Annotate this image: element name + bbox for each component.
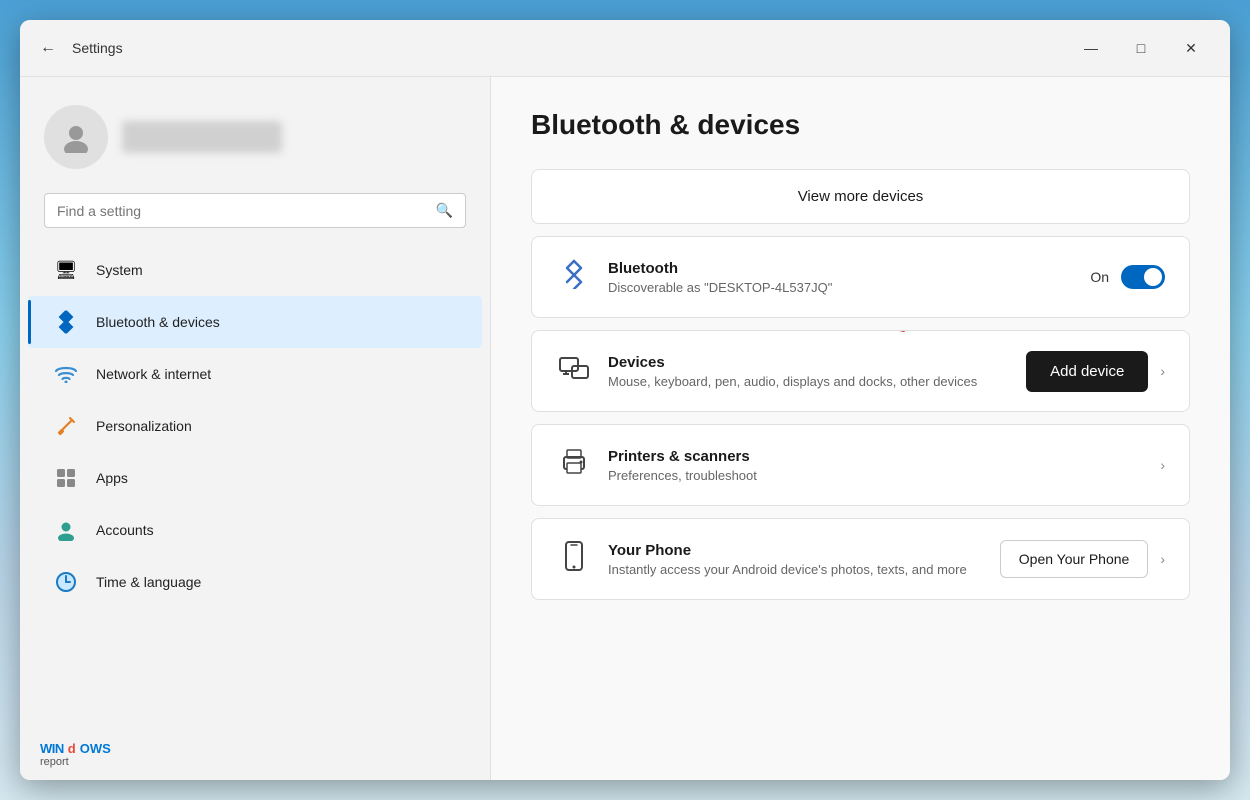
your-phone-row: Your Phone Instantly access your Android… bbox=[532, 519, 1189, 599]
settings-window: ← Settings — □ ✕ bbox=[20, 20, 1230, 780]
your-phone-card: Your Phone Instantly access your Android… bbox=[531, 518, 1190, 600]
sidebar-item-bluetooth[interactable]: Bluetooth & devices bbox=[28, 296, 482, 348]
printers-chevron-area: › bbox=[1160, 457, 1165, 473]
your-phone-text: Your Phone Instantly access your Android… bbox=[608, 542, 984, 577]
accounts-label: Accounts bbox=[96, 522, 154, 538]
system-icon: 🖥 bbox=[52, 256, 80, 284]
devices-action-area: Add device › bbox=[1026, 351, 1165, 392]
search-button[interactable]: 🔍 bbox=[436, 202, 453, 219]
personalization-icon bbox=[52, 412, 80, 440]
report-text: report bbox=[40, 756, 69, 768]
bluetooth-nav-icon bbox=[52, 308, 80, 336]
bluetooth-toggle[interactable] bbox=[1121, 265, 1165, 289]
phone-icon bbox=[556, 541, 592, 578]
printers-row[interactable]: Printers & scanners Preferences, trouble… bbox=[532, 425, 1189, 505]
devices-text: Devices Mouse, keyboard, pen, audio, dis… bbox=[608, 354, 1010, 389]
accounts-icon bbox=[52, 516, 80, 544]
bluetooth-row: Bluetooth Discoverable as "DESKTOP-4L537… bbox=[532, 237, 1189, 317]
avatar bbox=[44, 105, 108, 169]
bluetooth-toggle-area: On bbox=[1090, 265, 1165, 289]
your-phone-action-area: Open Your Phone › bbox=[1000, 540, 1165, 578]
apps-icon bbox=[52, 464, 80, 492]
title-bar: ← Settings — □ ✕ bbox=[20, 20, 1230, 77]
system-label: System bbox=[96, 262, 143, 278]
bluetooth-label: Bluetooth & devices bbox=[96, 314, 220, 330]
network-label: Network & internet bbox=[96, 366, 211, 382]
printers-card: Printers & scanners Preferences, trouble… bbox=[531, 424, 1190, 506]
search-box[interactable]: 🔍 bbox=[44, 193, 466, 228]
apps-label: Apps bbox=[96, 470, 128, 486]
d-text: d bbox=[68, 741, 76, 756]
sidebar-item-apps[interactable]: Apps bbox=[28, 452, 482, 504]
close-button[interactable]: ✕ bbox=[1168, 32, 1214, 64]
your-phone-subtitle: Instantly access your Android device's p… bbox=[608, 562, 984, 577]
printers-text: Printers & scanners Preferences, trouble… bbox=[608, 448, 1144, 483]
printer-icon bbox=[556, 449, 592, 482]
view-more-devices-card: View more devices bbox=[531, 169, 1190, 224]
window-title: Settings bbox=[72, 40, 123, 56]
sidebar-item-personalization[interactable]: Personalization bbox=[28, 400, 482, 452]
minimize-button[interactable]: — bbox=[1068, 32, 1114, 64]
bluetooth-text: Bluetooth Discoverable as "DESKTOP-4L537… bbox=[608, 260, 1074, 295]
devices-icon bbox=[556, 354, 592, 389]
time-icon bbox=[52, 568, 80, 596]
view-more-devices-button[interactable]: View more devices bbox=[532, 170, 1189, 223]
bluetooth-subtitle: Discoverable as "DESKTOP-4L537JQ" bbox=[608, 280, 1074, 295]
search-icon: 🔍 bbox=[436, 202, 453, 218]
bluetooth-title: Bluetooth bbox=[608, 260, 1074, 277]
sidebar-item-accounts[interactable]: Accounts bbox=[28, 504, 482, 556]
toggle-on-label: On bbox=[1090, 269, 1109, 285]
maximize-button[interactable]: □ bbox=[1118, 32, 1164, 64]
windows-report-logo: WIN d OWS bbox=[40, 741, 111, 756]
your-phone-title: Your Phone bbox=[608, 542, 984, 559]
content-area: 🔍 🖥 System Bluetooth & devices bbox=[20, 77, 1230, 780]
sidebar: 🔍 🖥 System Bluetooth & devices bbox=[20, 77, 490, 780]
watermark: WIN d OWS report bbox=[40, 741, 111, 768]
title-bar-left: ← Settings bbox=[36, 35, 1068, 61]
back-button[interactable]: ← bbox=[36, 35, 60, 61]
network-icon bbox=[52, 360, 80, 388]
sidebar-item-network[interactable]: Network & internet bbox=[28, 348, 482, 400]
your-phone-chevron-icon: › bbox=[1160, 551, 1165, 567]
sidebar-item-system[interactable]: 🖥 System bbox=[28, 244, 482, 296]
devices-row: Devices Mouse, keyboard, pen, audio, dis… bbox=[532, 331, 1189, 411]
devices-title: Devices bbox=[608, 354, 1010, 371]
ows-text: OWS bbox=[80, 741, 111, 756]
devices-chevron-icon: › bbox=[1160, 363, 1165, 379]
personalization-label: Personalization bbox=[96, 418, 192, 434]
main-panel: Bluetooth & devices View more devices Bl… bbox=[490, 77, 1230, 780]
username-blurred bbox=[122, 121, 282, 153]
win-text: WIN bbox=[40, 741, 64, 756]
printers-subtitle: Preferences, troubleshoot bbox=[608, 468, 1144, 483]
bluetooth-card: Bluetooth Discoverable as "DESKTOP-4L537… bbox=[531, 236, 1190, 318]
bluetooth-row-icon bbox=[556, 259, 592, 295]
sidebar-item-time[interactable]: Time & language bbox=[28, 556, 482, 608]
time-label: Time & language bbox=[96, 574, 201, 590]
devices-card: Devices Mouse, keyboard, pen, audio, dis… bbox=[531, 330, 1190, 412]
open-your-phone-button[interactable]: Open Your Phone bbox=[1000, 540, 1149, 578]
devices-subtitle: Mouse, keyboard, pen, audio, displays an… bbox=[608, 374, 1010, 389]
page-title: Bluetooth & devices bbox=[531, 109, 1190, 141]
add-device-button[interactable]: Add device bbox=[1026, 351, 1148, 392]
title-bar-controls: — □ ✕ bbox=[1068, 32, 1214, 64]
printers-chevron-icon: › bbox=[1160, 457, 1165, 473]
search-input[interactable] bbox=[57, 203, 428, 219]
profile-section bbox=[20, 85, 490, 193]
printers-title: Printers & scanners bbox=[608, 448, 1144, 465]
